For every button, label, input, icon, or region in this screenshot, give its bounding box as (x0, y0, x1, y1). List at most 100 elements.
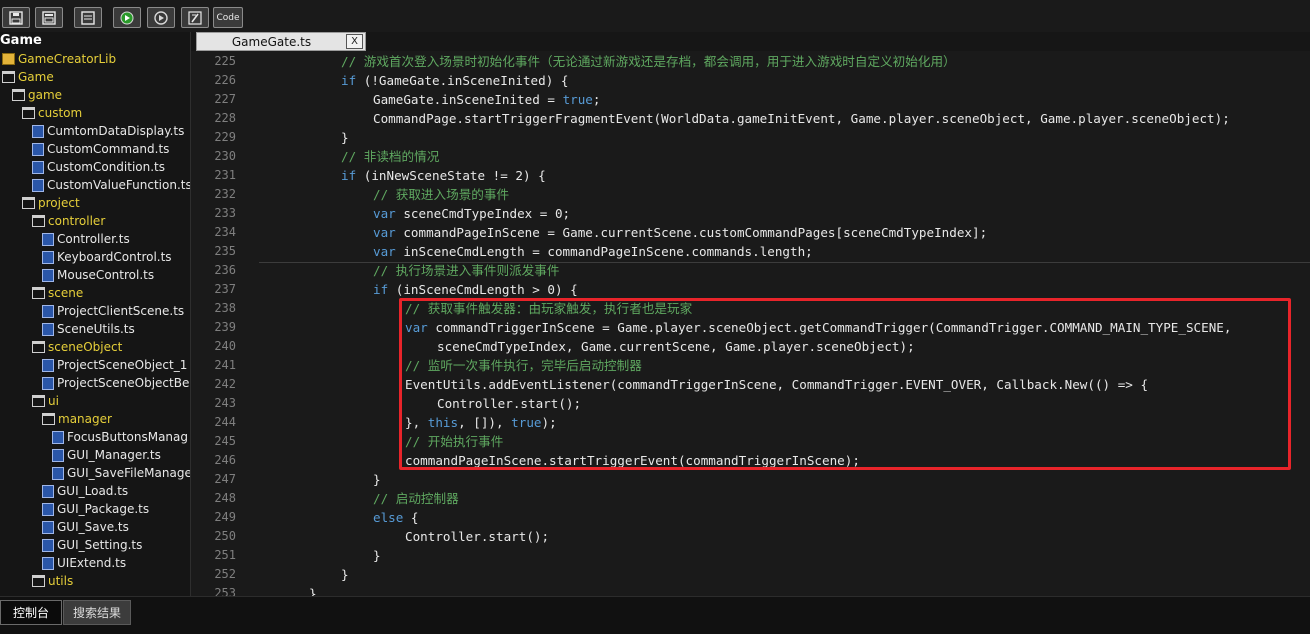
tree-file-item[interactable]: GUI_Load.ts (42, 482, 128, 500)
code-token: GameGate.inSceneInited = (373, 92, 563, 107)
tree-file-item[interactable]: GUI_SaveFileManage (52, 464, 191, 482)
tree-file-item[interactable]: ProjectClientScene.ts (42, 302, 184, 320)
save-all-button[interactable] (35, 7, 63, 28)
tree-item-label: manager (58, 412, 112, 426)
line-number: 228 (214, 111, 236, 125)
tree-file-item[interactable]: GUI_Package.ts (42, 500, 149, 518)
run-debug-button[interactable] (147, 7, 175, 28)
line-number: 245 (214, 434, 236, 448)
code-token: (inNewSceneState != 2) { (356, 168, 546, 183)
line-number: 253 (214, 586, 236, 596)
code-line: Controller.start(); (405, 527, 549, 546)
ts-file-icon (42, 250, 54, 264)
code-line: if (inNewSceneState != 2) { (341, 166, 546, 185)
tree-folder-item[interactable]: GameCreatorLib (2, 50, 116, 68)
tree-item-label: UIExtend.ts (57, 556, 127, 570)
code-line: if (!GameGate.inSceneInited) { (341, 71, 568, 90)
ts-file-icon (42, 322, 54, 336)
tree-file-item[interactable]: CustomCommand.ts (32, 140, 169, 158)
run-button[interactable] (113, 7, 141, 28)
tree-file-item[interactable]: CumtomDataDisplay.ts (32, 122, 184, 140)
code-line: GameGate.inSceneInited = true; (373, 90, 601, 109)
code-token: CommandPage.startTriggerFragmentEvent(Wo… (373, 111, 1230, 126)
tree-file-item[interactable]: GUI_Setting.ts (42, 536, 142, 554)
line-number: 248 (214, 491, 236, 505)
tree-file-item[interactable]: GUI_Save.ts (42, 518, 129, 536)
ts-file-icon (42, 520, 54, 534)
line-number: 235 (214, 244, 236, 258)
folder-icon (22, 197, 35, 209)
close-tab-button[interactable]: X (346, 34, 363, 49)
tree-folder-item[interactable]: ui (32, 392, 59, 410)
tree-item-label: GUI_Package.ts (57, 502, 150, 516)
tree-file-item[interactable]: CustomValueFunction.ts (32, 176, 190, 194)
tab-console[interactable]: 控制台 (0, 600, 62, 625)
tree-item-label: GUI_SaveFileManage (67, 466, 191, 480)
tree-folder-item[interactable]: manager (42, 410, 112, 428)
code-line: } (341, 128, 349, 147)
tab-search-results[interactable]: 搜索结果 (63, 600, 131, 625)
line-number: 226 (214, 73, 236, 87)
folder-icon (32, 395, 45, 407)
line-number: 225 (214, 54, 236, 68)
tree-file-item[interactable]: MouseControl.ts (42, 266, 154, 284)
tree-folder-item[interactable]: game (12, 86, 62, 104)
tab-gamegate[interactable]: GameGate.ts X (196, 32, 366, 51)
tree-item-label: GUI_Setting.ts (57, 538, 143, 552)
folder-icon (32, 341, 45, 353)
keyword-token: var (373, 225, 396, 240)
tree-item-label: Game (18, 70, 54, 84)
line-number: 243 (214, 396, 236, 410)
tree-folder-item[interactable]: controller (32, 212, 105, 230)
code-line: var commandPageInScene = Game.currentSce… (373, 223, 987, 242)
code-line: } (309, 584, 317, 596)
tree-folder-item[interactable]: utils (32, 572, 73, 590)
ts-file-icon (42, 376, 54, 390)
folder-icon (12, 89, 25, 101)
tree-file-item[interactable]: FocusButtonsManag (52, 428, 188, 446)
keyword-token: if (341, 168, 357, 183)
folder-icon (32, 215, 45, 227)
tree-item-label: GUI_Manager.ts (67, 448, 161, 462)
tree-file-item[interactable]: UIExtend.ts (42, 554, 126, 572)
line-number: 240 (214, 339, 236, 353)
keyword-token: true (562, 92, 593, 107)
layout-button[interactable] (74, 7, 102, 28)
tree-item-label: ProjectClientScene.ts (57, 304, 185, 318)
tree-file-item[interactable]: GUI_Manager.ts (52, 446, 161, 464)
line-number: 242 (214, 377, 236, 391)
tree-file-item[interactable]: CustomCondition.ts (32, 158, 165, 176)
tree-file-item[interactable]: Controller.ts (42, 230, 130, 248)
tree-folder-item[interactable]: project (22, 194, 80, 212)
tree-file-item[interactable]: KeyboardControl.ts (42, 248, 172, 266)
tree-item-label: custom (38, 106, 83, 120)
tree-file-item[interactable]: SceneUtils.ts (42, 320, 135, 338)
tree-folder-item[interactable]: custom (22, 104, 82, 122)
ts-file-icon (52, 448, 64, 462)
code-token: (!GameGate.inSceneInited) { (356, 73, 569, 88)
line-number: 227 (214, 92, 236, 106)
tree-item-label: game (28, 88, 63, 102)
code-token: inSceneCmdLength = commandPageInScene.co… (395, 244, 813, 259)
tree-item-label: ui (48, 394, 59, 408)
tree-file-item[interactable]: ProjectSceneObjectBe (42, 374, 189, 392)
code-line: // 执行场景进入事件则派发事件 (373, 261, 559, 280)
ts-file-icon (42, 232, 54, 246)
tool-button[interactable] (181, 7, 209, 28)
ts-file-icon (42, 538, 54, 552)
line-number: 252 (214, 567, 236, 581)
tree-folder-item[interactable]: scene (32, 284, 83, 302)
code-token: ; (592, 92, 601, 107)
tree-item-label: SceneUtils.ts (57, 322, 135, 336)
tree-file-item[interactable]: ProjectSceneObject_1 (42, 356, 187, 374)
code-button[interactable]: Code (213, 7, 243, 28)
code-editor[interactable]: 225 226 227 228 229 230 231 232 233 234 235 236 237 2… (191, 51, 1310, 596)
ts-file-icon (42, 268, 54, 282)
save-button[interactable] (2, 7, 30, 28)
line-number: 241 (214, 358, 236, 372)
ts-file-icon (42, 556, 54, 570)
line-number: 238 (214, 301, 236, 315)
tree-folder-item[interactable]: Game (2, 68, 54, 86)
tree-folder-item[interactable]: sceneObject (32, 338, 122, 356)
folder-icon (32, 575, 45, 587)
